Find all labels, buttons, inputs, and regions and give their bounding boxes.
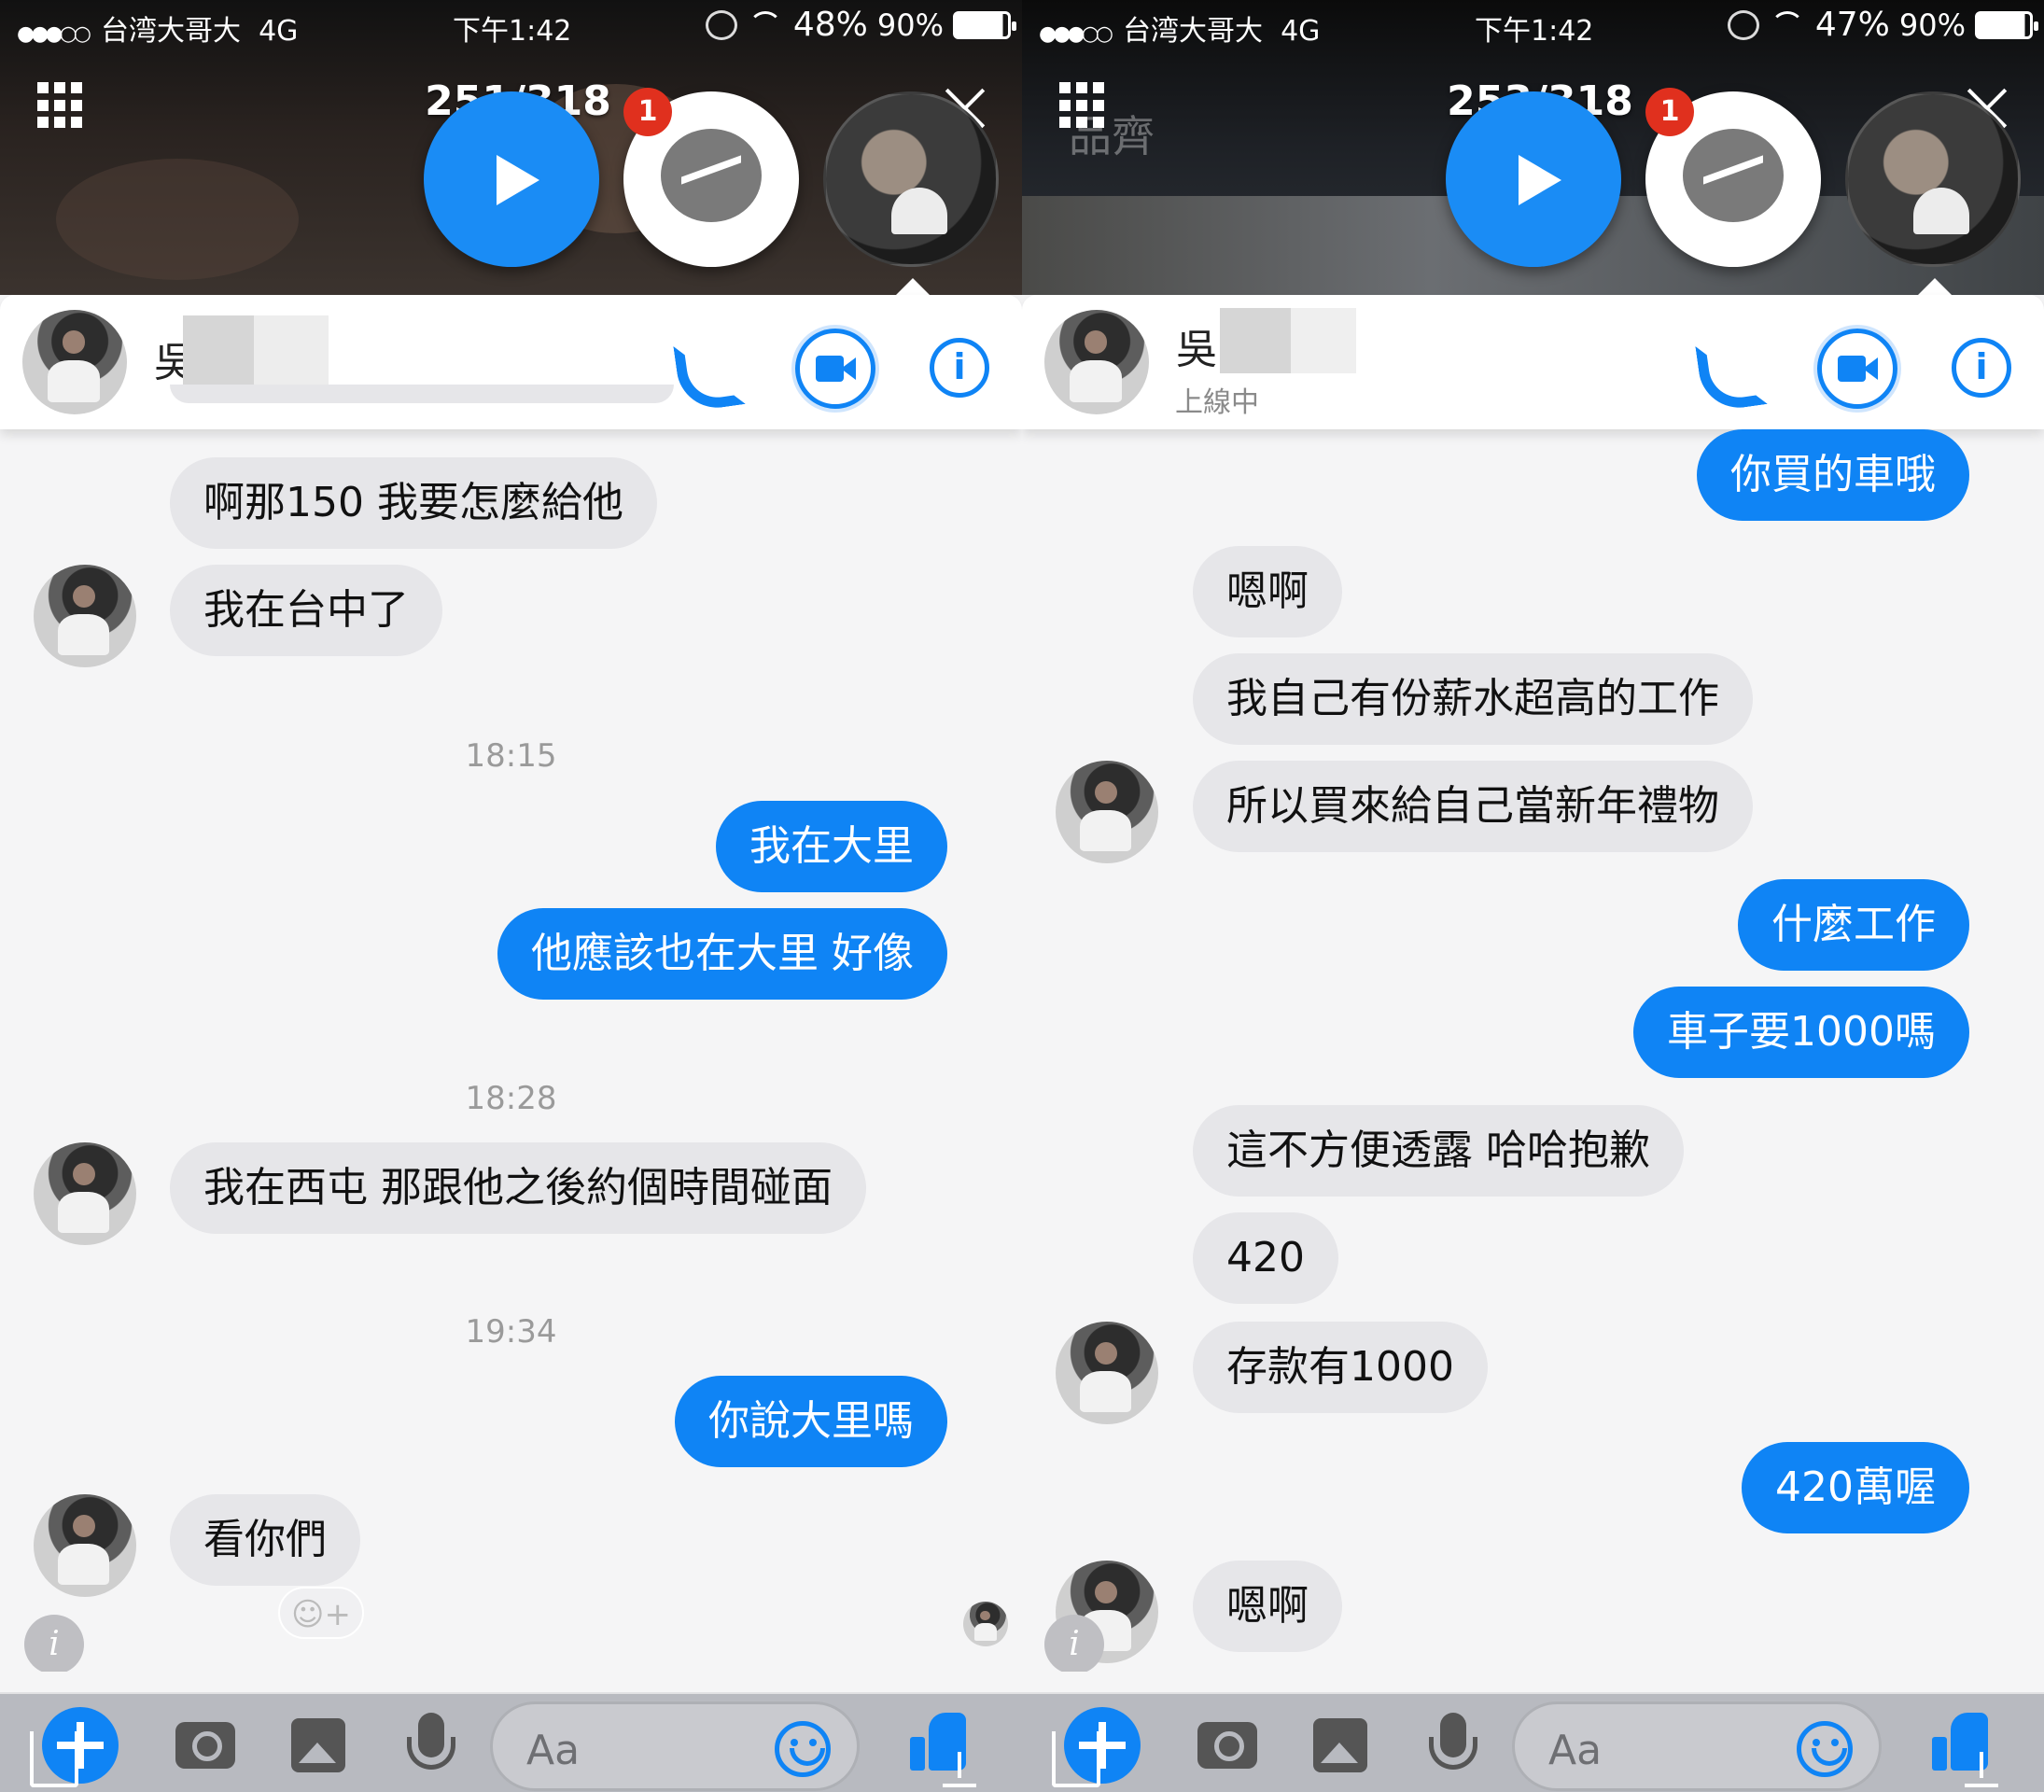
chat-head-avatar[interactable] bbox=[1845, 91, 2021, 267]
download-icon[interactable] bbox=[943, 1752, 976, 1787]
message-outgoing[interactable]: 你買的車哦 bbox=[1697, 429, 1969, 521]
battery-percent: 48% bbox=[792, 6, 868, 44]
message-outgoing[interactable]: 什麼工作 bbox=[1738, 879, 1969, 971]
message-incoming[interactable]: 420 bbox=[1193, 1212, 1338, 1304]
mic-icon[interactable] bbox=[407, 1713, 455, 1770]
read-receipt-avatar bbox=[963, 1602, 1008, 1646]
timestamp: 18:15 bbox=[465, 737, 557, 775]
image-icon[interactable] bbox=[291, 1718, 345, 1772]
sender-avatar[interactable] bbox=[34, 1142, 136, 1245]
message-incoming[interactable]: 存款有1000 bbox=[1193, 1322, 1488, 1413]
chat-head-pointer bbox=[894, 278, 931, 297]
screen-left: ●●●○○台湾大哥大 4G 下午1:42 48% 90% 251/318 1 吳… bbox=[0, 0, 1022, 1792]
conversation-header: 吳 i bbox=[0, 295, 1022, 429]
redacted-name bbox=[1220, 308, 1291, 373]
network-type: 4G bbox=[259, 15, 299, 48]
info-fab-icon[interactable]: i bbox=[24, 1615, 84, 1674]
emoji-icon[interactable] bbox=[1797, 1721, 1853, 1777]
battery-icon bbox=[953, 10, 1016, 39]
carrier-name: 台湾大哥大 bbox=[1122, 15, 1263, 48]
unread-badge: 1 bbox=[623, 88, 672, 136]
video-icon[interactable] bbox=[1817, 329, 1897, 409]
message-incoming[interactable] bbox=[170, 385, 674, 403]
contact-name[interactable]: 吳 bbox=[1176, 315, 1217, 375]
composer-divider bbox=[0, 1672, 1022, 1694]
share-icon[interactable] bbox=[1052, 1731, 1100, 1787]
status-time: 下午1:42 bbox=[453, 15, 572, 48]
download-icon[interactable] bbox=[1965, 1752, 1998, 1787]
contact-avatar[interactable] bbox=[1044, 310, 1149, 414]
grid-icon[interactable] bbox=[37, 82, 84, 129]
message-incoming[interactable]: 我在西屯 那跟他之後約個時間碰面 bbox=[170, 1142, 866, 1234]
unread-badge: 1 bbox=[1645, 88, 1694, 136]
contact-online-status: 上線中 bbox=[1175, 386, 1259, 419]
battery-icon bbox=[1975, 10, 2038, 39]
sender-avatar[interactable] bbox=[1056, 1322, 1158, 1424]
conversation-header: 吳 上線中 i bbox=[1022, 295, 2044, 429]
signal-dots-icon: ●●●○○ bbox=[17, 22, 91, 46]
sender-avatar[interactable] bbox=[34, 565, 136, 667]
redacted-name-2 bbox=[254, 315, 329, 388]
timestamp: 19:34 bbox=[465, 1313, 557, 1351]
share-icon[interactable] bbox=[30, 1731, 78, 1787]
message-outgoing[interactable]: 420萬喔 bbox=[1742, 1442, 1969, 1533]
info-fab-icon[interactable]: i bbox=[1044, 1615, 1104, 1674]
battery-percent-2: 90% bbox=[1898, 7, 1966, 43]
message-input-placeholder: Aa bbox=[526, 1727, 581, 1774]
message-outgoing[interactable]: 我在大里 bbox=[716, 801, 947, 892]
info-icon[interactable]: i bbox=[930, 338, 989, 398]
message-incoming[interactable]: 啊那150 我要怎麼給他 bbox=[170, 457, 657, 549]
add-reaction-icon[interactable]: ☺+ bbox=[278, 1587, 364, 1639]
message-outgoing[interactable]: 你說大里嗎 bbox=[675, 1376, 947, 1467]
redacted-name-2 bbox=[1291, 308, 1356, 373]
message-input[interactable]: Aa bbox=[1512, 1701, 1882, 1791]
alarm-icon bbox=[705, 9, 737, 40]
composer-divider bbox=[1022, 1672, 2044, 1694]
chat-head-avatar[interactable] bbox=[823, 91, 999, 267]
status-bar: ●●●○○ 台湾大哥大 4G 下午1:42 48% 90% bbox=[0, 0, 1022, 52]
phone-icon[interactable] bbox=[663, 329, 743, 409]
redacted-name bbox=[183, 315, 254, 388]
contact-avatar[interactable] bbox=[22, 310, 127, 414]
composer-bar: Aa bbox=[1022, 1672, 2044, 1792]
emoji-icon[interactable] bbox=[775, 1721, 831, 1777]
network-type: 4G bbox=[1281, 15, 1321, 48]
message-incoming[interactable]: 這不方便透露 哈哈抱歉 bbox=[1193, 1105, 1684, 1197]
wifi-icon bbox=[1769, 10, 1806, 39]
timestamp: 18:28 bbox=[465, 1080, 557, 1117]
status-time: 下午1:42 bbox=[1475, 15, 1594, 48]
battery-percent: 47% bbox=[1814, 6, 1890, 44]
alarm-icon bbox=[1727, 9, 1759, 40]
play-icon[interactable] bbox=[424, 91, 599, 267]
carrier-name: 台湾大哥大 bbox=[100, 15, 241, 48]
signal-dots-icon: ●●●○○ bbox=[1039, 22, 1113, 46]
play-icon[interactable] bbox=[1446, 91, 1621, 267]
message-incoming[interactable]: 嗯啊 bbox=[1193, 1561, 1342, 1652]
message-incoming[interactable]: 我自己有份薪水超高的工作 bbox=[1193, 653, 1753, 745]
mic-icon[interactable] bbox=[1429, 1713, 1477, 1770]
sender-avatar[interactable] bbox=[34, 1494, 136, 1597]
message-input-placeholder: Aa bbox=[1548, 1727, 1603, 1774]
wifi-icon bbox=[747, 10, 784, 39]
status-bar: ●●●○○ 台湾大哥大 4G 下午1:42 47% 90% bbox=[1022, 0, 2044, 52]
video-icon[interactable] bbox=[795, 329, 875, 409]
message-outgoing[interactable]: 車子要1000嗎 bbox=[1633, 987, 1969, 1078]
message-incoming[interactable]: 我在台中了 bbox=[170, 565, 442, 656]
grid-icon[interactable] bbox=[1059, 82, 1106, 129]
image-icon[interactable] bbox=[1313, 1718, 1367, 1772]
sender-avatar[interactable] bbox=[1056, 761, 1158, 863]
composer-bar: Aa bbox=[0, 1672, 1022, 1792]
message-incoming[interactable]: 嗯啊 bbox=[1193, 546, 1342, 637]
message-incoming[interactable]: 所以買來給自己當新年禮物 bbox=[1193, 761, 1753, 852]
info-icon[interactable]: i bbox=[1952, 338, 2011, 398]
battery-percent-2: 90% bbox=[876, 7, 944, 43]
chat-head-pointer bbox=[1916, 278, 1953, 297]
camera-icon[interactable] bbox=[175, 1722, 235, 1769]
camera-icon[interactable] bbox=[1197, 1722, 1257, 1769]
phone-icon[interactable] bbox=[1685, 329, 1765, 409]
message-input[interactable]: Aa bbox=[490, 1701, 860, 1791]
message-incoming[interactable]: 看你們 bbox=[170, 1494, 360, 1586]
message-outgoing[interactable]: 他應該也在大里 好像 bbox=[497, 908, 947, 1000]
screen-right: 品齊 ●●●○○台湾大哥大 4G 下午1:42 47% 90% 253/318 … bbox=[1022, 0, 2044, 1792]
